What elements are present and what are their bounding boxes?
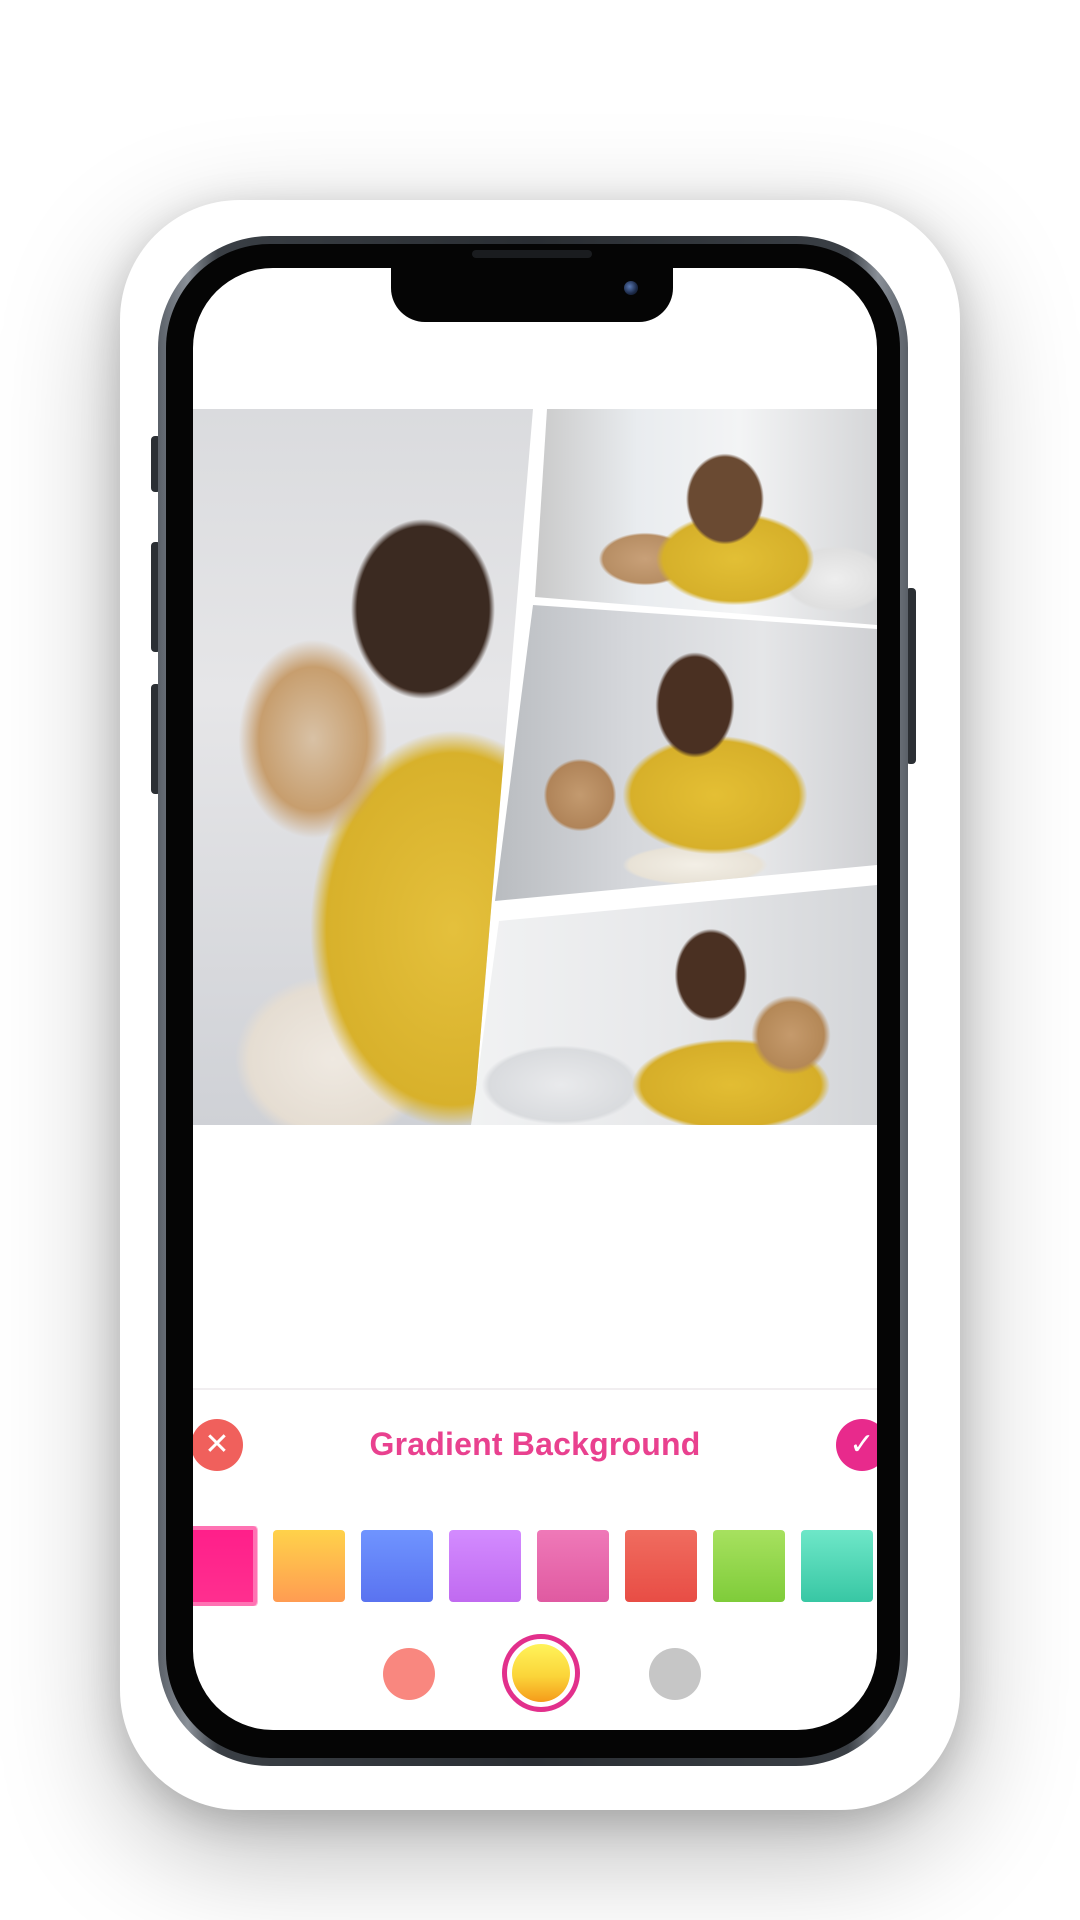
confirm-button[interactable]: ✓ (836, 1419, 877, 1471)
gradient-swatch[interactable] (625, 1530, 697, 1602)
gradient-type-dot-solid[interactable] (383, 1648, 435, 1700)
photo-collage[interactable] (193, 409, 877, 1125)
collage-photo-top-right[interactable] (535, 409, 877, 625)
gradient-panel-header: ✕ Gradient Background ✓ (193, 1416, 877, 1476)
collage-photo-bottom-right[interactable] (471, 885, 877, 1125)
gradient-swatch[interactable] (193, 1526, 257, 1606)
gradient-type-dot-gray[interactable] (649, 1648, 701, 1700)
phone-screen: ✕ Gradient Background ✓ (193, 268, 877, 1730)
gradient-swatch[interactable] (713, 1530, 785, 1602)
check-icon: ✓ (849, 1428, 875, 1461)
speaker-grille (472, 250, 592, 258)
gradient-swatch[interactable] (801, 1530, 873, 1602)
gradient-type-dot-selected[interactable] (502, 1634, 580, 1712)
gradient-swatch-list[interactable] (193, 1526, 877, 1606)
gradient-type-dot-fill (512, 1644, 570, 1702)
collage-photo-large-left[interactable] (193, 409, 533, 1125)
front-camera (624, 281, 638, 295)
gradient-swatch[interactable] (537, 1530, 609, 1602)
gradient-swatch[interactable] (361, 1530, 433, 1602)
collage-photo-middle-right[interactable] (495, 605, 877, 901)
gradient-type-selector (193, 1634, 877, 1714)
stage: ✕ Gradient Background ✓ (0, 0, 1080, 1920)
notch (391, 268, 673, 322)
panel-title: Gradient Background (369, 1426, 701, 1462)
gradient-swatch[interactable] (449, 1530, 521, 1602)
panel-divider (193, 1388, 877, 1390)
gradient-swatch[interactable] (273, 1530, 345, 1602)
